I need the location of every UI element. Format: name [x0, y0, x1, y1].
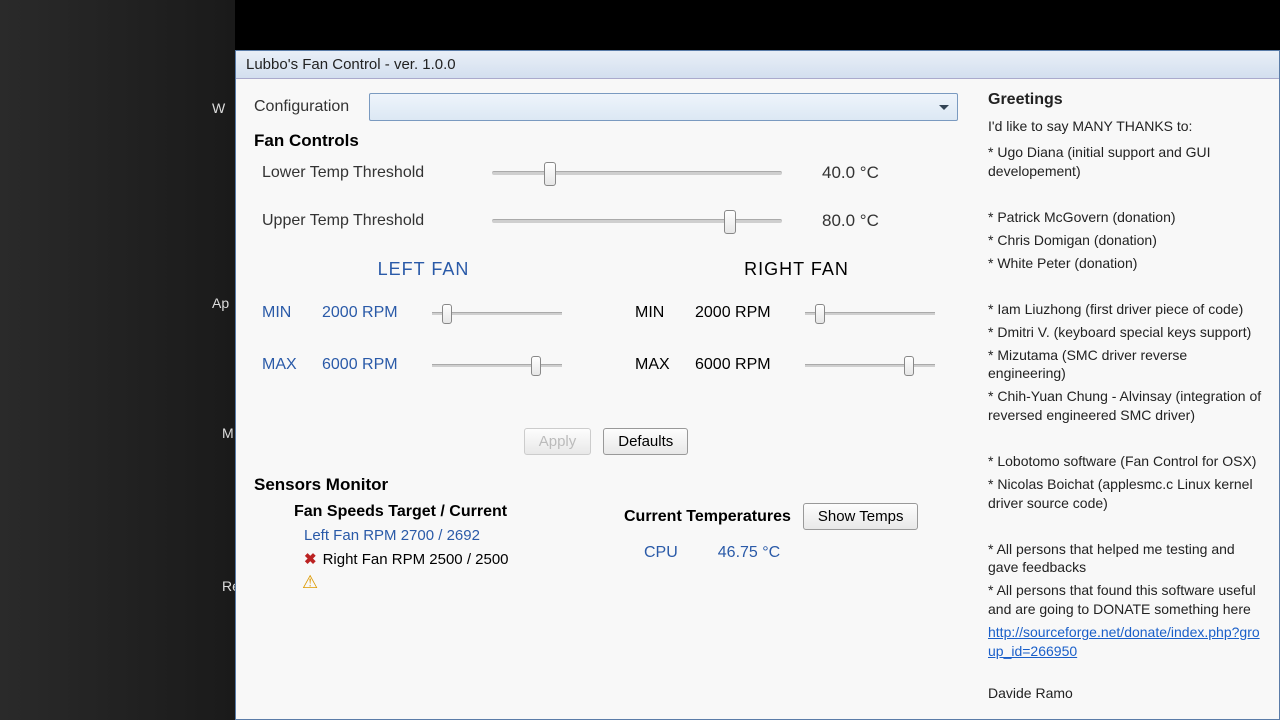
left-max-value: 6000 RPM: [322, 356, 432, 374]
credit-line: * Mizutama (SMC driver reverse engineeri…: [988, 346, 1267, 384]
right-min-slider[interactable]: [805, 312, 935, 315]
author-name: Davide Ramo: [988, 684, 1267, 703]
current-temps-heading: Current Temperatures: [624, 508, 791, 526]
right-max-value: 6000 RPM: [695, 356, 805, 374]
donate-link[interactable]: http://sourceforge.net/donate/index.php?…: [988, 624, 1260, 659]
credit-line: * Chris Domigan (donation): [988, 231, 1267, 250]
cpu-label: CPU: [644, 544, 678, 562]
left-fan-heading: LEFT FAN: [262, 259, 585, 280]
credit-line: * White Peter (donation): [988, 254, 1267, 273]
right-fan-heading: RIGHT FAN: [635, 259, 958, 280]
desktop-background: W Ap M Re: [0, 0, 235, 720]
right-max-label: MAX: [635, 356, 695, 374]
cpu-temp-value: 46.75 °C: [718, 544, 780, 562]
credit-line: * Ugo Diana (initial support and GUI dev…: [988, 143, 1267, 181]
slider-thumb[interactable]: [442, 304, 452, 324]
credit-line: * Lobotomo software (Fan Control for OSX…: [988, 452, 1267, 471]
left-min-slider[interactable]: [432, 312, 562, 315]
credit-line: * All persons that found this software u…: [988, 581, 1267, 619]
slider-thumb[interactable]: [724, 210, 736, 234]
left-min-value: 2000 RPM: [322, 304, 432, 322]
greetings-panel: Greetings I'd like to say MANY THANKS to…: [976, 79, 1279, 719]
error-icon: ✖: [304, 550, 317, 568]
right-fan-rpm: ✖ Right Fan RPM 2500 / 2500: [304, 550, 594, 568]
desktop-label: W: [212, 100, 225, 116]
warning-icon: ⚠: [302, 572, 594, 593]
app-window: Lubbo's Fan Control - ver. 1.0.0 Configu…: [235, 50, 1280, 720]
lower-threshold-value: 40.0 °C: [822, 163, 879, 183]
apply-button[interactable]: Apply: [524, 428, 592, 455]
upper-threshold-label: Upper Temp Threshold: [262, 212, 492, 230]
slider-thumb[interactable]: [544, 162, 556, 186]
fan-controls-heading: Fan Controls: [254, 131, 958, 151]
main-panel: Configuration Fan Controls Lower Temp Th…: [236, 79, 976, 719]
sensors-monitor-heading: Sensors Monitor: [254, 475, 958, 495]
fan-speeds-heading: Fan Speeds Target / Current: [294, 503, 594, 521]
credit-line: * Nicolas Boichat (applesmc.c Linux kern…: [988, 475, 1267, 513]
credit-line: * Dmitri V. (keyboard special keys suppo…: [988, 323, 1267, 342]
configuration-label: Configuration: [254, 98, 349, 116]
credit-line: * Chih-Yuan Chung - Alvinsay (integratio…: [988, 387, 1267, 425]
lower-threshold-slider[interactable]: [492, 171, 782, 175]
right-min-label: MIN: [635, 304, 695, 322]
left-fan-rpm: Left Fan RPM 2700 / 2692: [304, 527, 594, 544]
greetings-heading: Greetings: [988, 89, 1267, 111]
slider-thumb[interactable]: [815, 304, 825, 324]
slider-thumb[interactable]: [904, 356, 914, 376]
right-max-slider[interactable]: [805, 364, 935, 367]
upper-threshold-value: 80.0 °C: [822, 211, 879, 231]
credit-line: * Patrick McGovern (donation): [988, 208, 1267, 227]
upper-threshold-slider[interactable]: [492, 219, 782, 223]
right-min-value: 2000 RPM: [695, 304, 805, 322]
titlebar[interactable]: Lubbo's Fan Control - ver. 1.0.0: [236, 51, 1279, 79]
credit-line: * All persons that helped me testing and…: [988, 540, 1267, 578]
slider-thumb[interactable]: [531, 356, 541, 376]
show-temps-button[interactable]: Show Temps: [803, 503, 919, 530]
lower-threshold-label: Lower Temp Threshold: [262, 164, 492, 182]
left-max-label: MAX: [262, 356, 322, 374]
left-min-label: MIN: [262, 304, 322, 322]
left-max-slider[interactable]: [432, 364, 562, 367]
desktop-label: M: [222, 425, 234, 441]
greetings-intro: I'd like to say MANY THANKS to:: [988, 117, 1267, 136]
desktop-label: Ap: [212, 295, 229, 311]
configuration-dropdown[interactable]: [369, 93, 958, 121]
credit-line: * Iam Liuzhong (first driver piece of co…: [988, 300, 1267, 319]
window-title: Lubbo's Fan Control - ver. 1.0.0: [246, 56, 456, 73]
defaults-button[interactable]: Defaults: [603, 428, 688, 455]
